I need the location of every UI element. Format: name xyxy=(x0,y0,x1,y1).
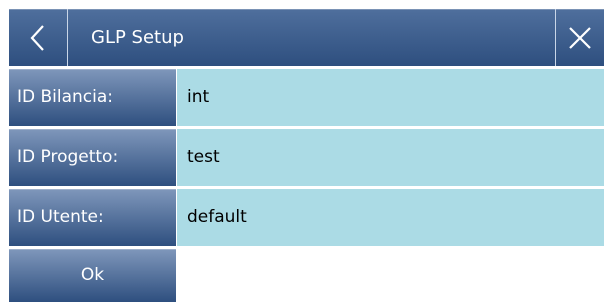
field-row-balance-id: ID Bilancia: int xyxy=(9,69,604,126)
field-row-user-id: ID Utente: default xyxy=(9,189,604,246)
balance-id-field[interactable]: int xyxy=(177,69,604,126)
back-button[interactable] xyxy=(9,9,66,66)
balance-id-label: ID Bilancia: xyxy=(9,69,176,126)
title-divider-left xyxy=(67,9,68,66)
field-row-project-id: ID Progetto: test xyxy=(9,129,604,186)
user-id-field[interactable]: default xyxy=(177,189,604,246)
close-icon xyxy=(569,26,591,49)
project-id-label: ID Progetto: xyxy=(9,129,176,186)
glp-setup-screen: GLP Setup ID Bilancia: int ID Progetto: … xyxy=(0,0,613,302)
chevron-left-icon xyxy=(30,24,44,51)
page-title: GLP Setup xyxy=(91,27,184,48)
ok-button[interactable]: Ok xyxy=(9,249,176,302)
user-id-label: ID Utente: xyxy=(9,189,176,246)
project-id-field[interactable]: test xyxy=(177,129,604,186)
close-button[interactable] xyxy=(556,9,604,66)
title-bar: GLP Setup xyxy=(9,9,604,66)
